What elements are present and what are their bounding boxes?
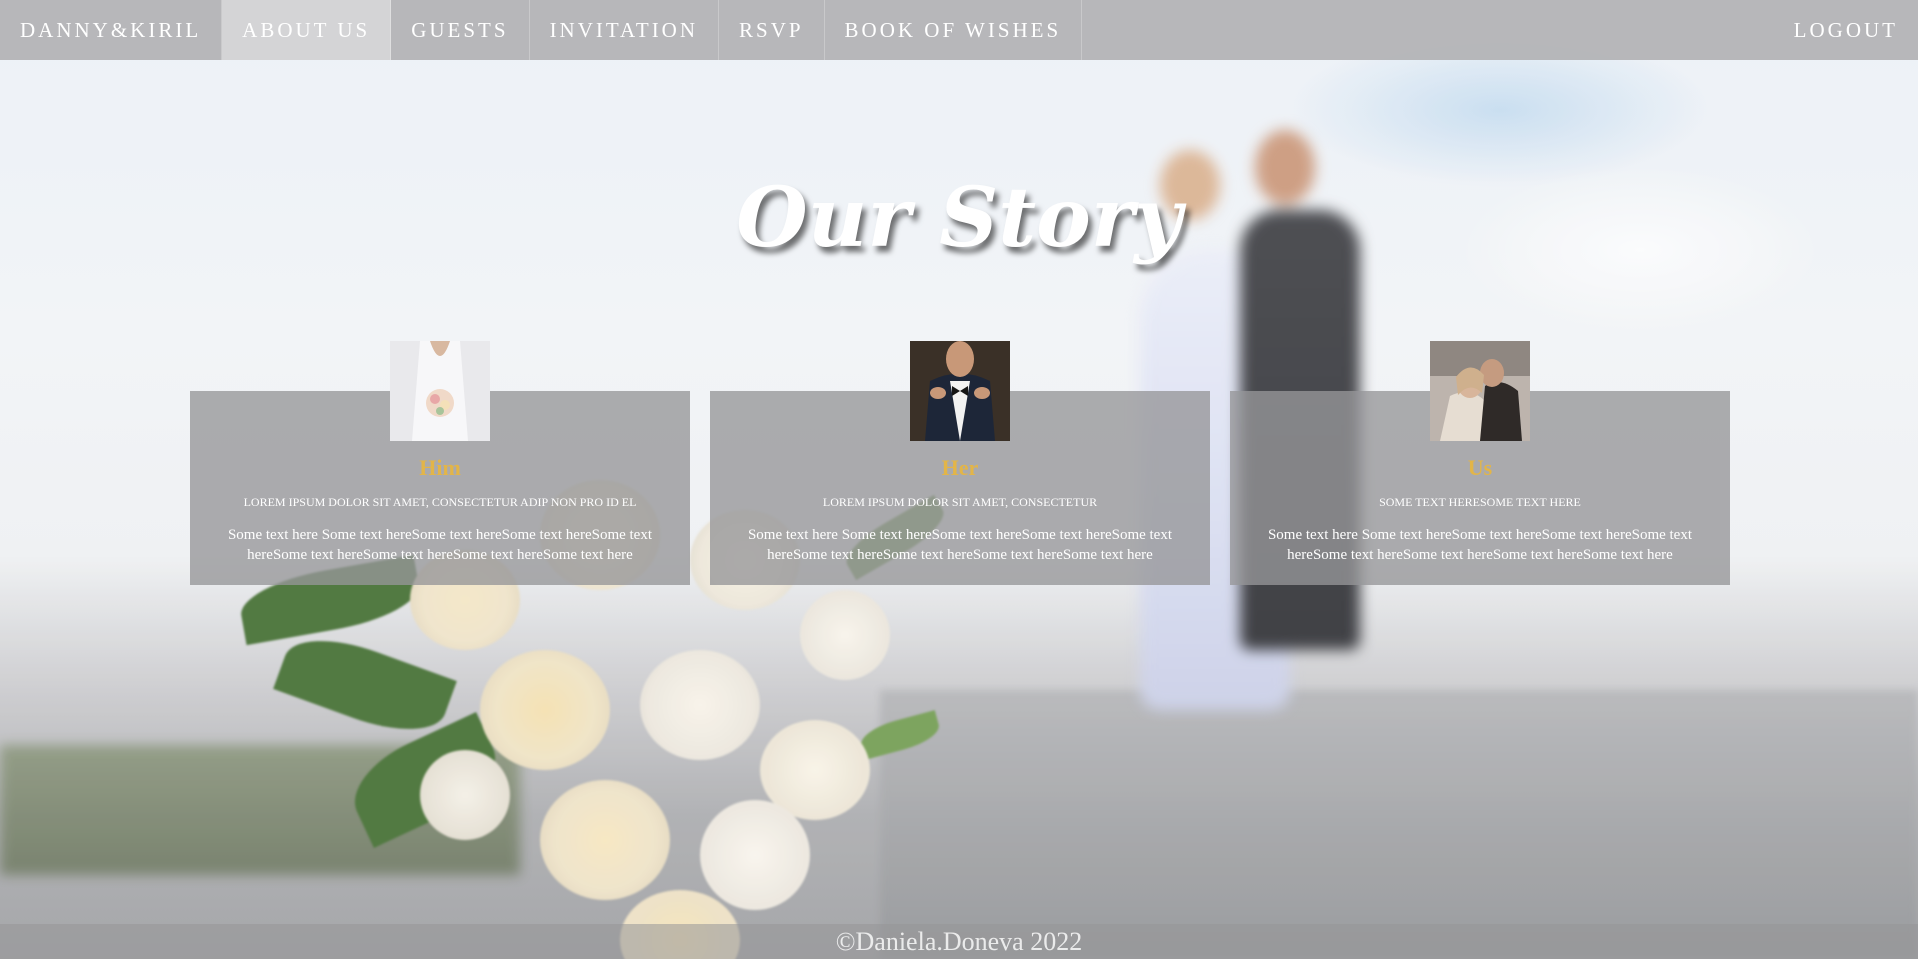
groom-bowtie-photo — [910, 341, 1010, 441]
logout-link[interactable]: LOGOUT — [1774, 0, 1918, 60]
page-title: Our Story — [736, 170, 1182, 266]
nav-item-guests[interactable]: GUESTS — [391, 0, 530, 60]
card-body-text: Some text here Some text hereSome text h… — [747, 527, 1173, 563]
footer-copyright: ©Daniela.Doneva 2022 — [835, 927, 1083, 956]
story-card-him: Him LOREM IPSUM DOLOR SIT AMET, CONSECTE… — [190, 341, 690, 585]
card-name: Her — [941, 455, 979, 480]
page: DANNY&KIRIL ABOUT US GUESTS INVITATION R… — [0, 0, 1918, 959]
card-subtitle: LOREM IPSUM DOLOR SIT AMET, CONSECTETUR … — [243, 495, 637, 509]
footer: ©Daniela.Doneva 2022 — [0, 924, 1918, 959]
story-card-her: Her LOREM IPSUM DOLOR SIT AMET, CONSECTE… — [710, 341, 1210, 585]
nav-item-book-of-wishes[interactable]: BOOK OF WISHES — [825, 0, 1083, 60]
couple-kiss-photo — [1430, 341, 1530, 441]
bride-bouquet-photo — [390, 341, 490, 441]
card-name: Him — [419, 455, 461, 480]
card-subtitle: LOREM IPSUM DOLOR SIT AMET, CONSECTETUR — [822, 495, 1098, 509]
card-subtitle: SOME TEXT HERESOME TEXT HERE — [1379, 495, 1581, 509]
card-name: Us — [1467, 455, 1493, 480]
nav-item-invitation[interactable]: INVITATION — [530, 0, 720, 60]
top-navbar: DANNY&KIRIL ABOUT US GUESTS INVITATION R… — [0, 0, 1918, 60]
card-body-text: Some text here Some text hereSome text h… — [1267, 527, 1693, 563]
story-card-us: Us SOME TEXT HERESOME TEXT HERE Some tex… — [1230, 341, 1730, 585]
card-body-text: Some text here Some text hereSome text h… — [227, 527, 653, 563]
nav-brand-link[interactable]: DANNY&KIRIL — [0, 0, 223, 60]
nav-item-about-us[interactable]: ABOUT US — [222, 0, 392, 60]
story-cards: Him LOREM IPSUM DOLOR SIT AMET, CONSECTE… — [190, 341, 1730, 586]
nav-item-rsvp[interactable]: RSVP — [719, 0, 825, 60]
